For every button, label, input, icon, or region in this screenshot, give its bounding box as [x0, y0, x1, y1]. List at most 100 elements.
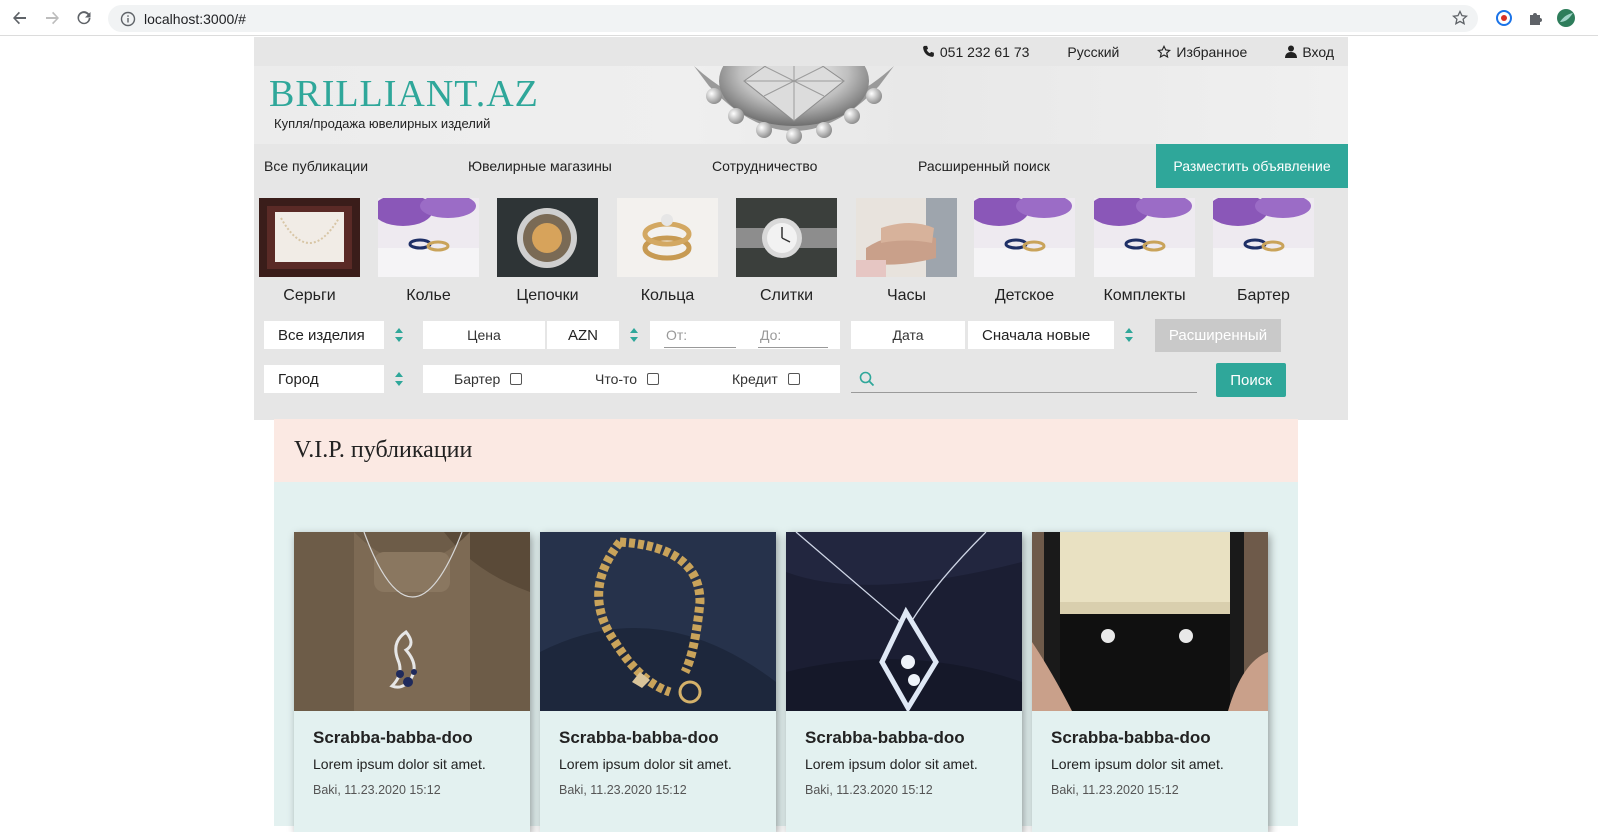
category-label: Часы — [886, 287, 927, 304]
main-nav: Все публикации Ювелирные магазины Сотруд… — [254, 144, 1348, 188]
barter-checkbox[interactable]: Бартер — [454, 371, 523, 387]
reload-icon[interactable] — [68, 2, 100, 34]
checkbox-icon — [787, 373, 800, 385]
price-from-input[interactable]: От: — [664, 322, 736, 348]
category-image — [1094, 198, 1195, 277]
category-label: Серьги — [283, 287, 336, 304]
search-icon — [859, 371, 875, 387]
info-icon — [120, 11, 136, 26]
category-image — [974, 198, 1075, 277]
card-meta: Baki, 11.23.2020 15:12 — [1051, 783, 1179, 797]
star-icon — [1157, 44, 1172, 58]
bookmark-star-icon[interactable] — [1452, 10, 1468, 26]
category-image — [378, 198, 479, 277]
category-image — [617, 198, 718, 277]
category-image — [856, 198, 957, 277]
pendant-on-bust-image — [294, 532, 530, 711]
phone-icon — [922, 45, 934, 57]
category-image — [497, 198, 598, 277]
phone-link[interactable]: 051 232 61 73 — [922, 44, 1029, 60]
category-label: Кольца — [640, 287, 695, 304]
checkbox-icon — [510, 373, 523, 385]
vip-section-title: V.I.P. публикации — [274, 419, 1298, 482]
nav-jewelry-stores[interactable]: Ювелирные магазины — [468, 158, 612, 174]
card-title: Scrabba-babba-doo — [805, 728, 965, 747]
category-image — [1213, 198, 1314, 277]
category-strip: Серьги Колье Цепочки Кольца Слитки Часы Детско… — [254, 188, 1348, 310]
card-description: Lorem ipsum dolor sit amet. — [1051, 756, 1224, 772]
advanced-button[interactable]: Расширенный — [1155, 319, 1281, 352]
favorites-link[interactable]: Избранное — [1157, 44, 1247, 60]
diamond-pendant-image — [786, 532, 1022, 711]
price-label: Цена — [423, 321, 545, 349]
language-selector[interactable]: Русский — [1067, 44, 1119, 60]
card-description: Lorem ipsum dolor sit amet. — [559, 756, 732, 772]
category-tile[interactable]: Колье — [378, 198, 479, 305]
checkbox-icon — [647, 373, 660, 385]
search-button[interactable]: Поиск — [1216, 363, 1286, 397]
category-tile[interactable]: Часы — [856, 198, 957, 305]
earrings-box-image — [1032, 532, 1268, 711]
category-tile[interactable]: Бартер — [1213, 198, 1314, 305]
forward-icon[interactable] — [36, 2, 68, 34]
category-tile[interactable]: Детское — [974, 198, 1075, 305]
category-image — [259, 198, 360, 277]
vip-card[interactable]: Scrabba-babba-doo Lorem ipsum dolor sit … — [786, 532, 1022, 832]
category-tile[interactable]: Слитки — [736, 198, 837, 305]
url-text: localhost:3000/# — [144, 10, 246, 27]
nav-all-publications[interactable]: Все публикации — [264, 158, 368, 174]
category-image — [736, 198, 837, 277]
card-title: Scrabba-babba-doo — [313, 728, 473, 747]
category-tile[interactable]: Комплекты — [1094, 198, 1195, 305]
currency-select[interactable]: AZN — [547, 321, 619, 349]
address-bar[interactable]: localhost:3000/# — [108, 5, 1478, 32]
diamond-ring-image — [694, 66, 894, 144]
card-title: Scrabba-babba-doo — [1051, 728, 1211, 747]
category-label: Цепочки — [516, 287, 579, 304]
user-icon — [1285, 45, 1298, 58]
search-input[interactable] — [851, 365, 1197, 393]
card-description: Lorem ipsum dolor sit amet. — [805, 756, 978, 772]
puzzle-icon[interactable] — [1526, 8, 1546, 28]
vip-card[interactable]: Scrabba-babba-doo Lorem ipsum dolor sit … — [294, 532, 530, 832]
gold-bracelet-image — [540, 532, 776, 711]
category-tile[interactable]: Серьги — [259, 198, 360, 305]
site-logo[interactable]: BRILLIANT.AZ — [269, 72, 539, 116]
vip-card[interactable]: Scrabba-babba-doo Lorem ipsum dolor sit … — [1032, 532, 1268, 832]
category-label: Колье — [406, 287, 451, 304]
browser-chrome: localhost:3000/# — [0, 0, 1598, 36]
something-checkbox[interactable]: Что-то — [595, 371, 660, 387]
nav-advanced-search[interactable]: Расширенный поиск — [918, 158, 1050, 174]
post-ad-button[interactable]: Разместить объявление — [1156, 144, 1348, 188]
credit-checkbox[interactable]: Кредит — [732, 371, 800, 387]
vip-card[interactable]: Scrabba-babba-doo Lorem ipsum dolor sit … — [540, 532, 776, 832]
category-label: Слитки — [759, 287, 814, 304]
select-arrows-icon — [630, 328, 638, 342]
login-link[interactable]: Вход — [1285, 44, 1334, 60]
sort-select[interactable]: Сначала новые — [968, 321, 1114, 349]
options-row: Бартер Что-то Кредит — [423, 365, 840, 393]
nav-cooperation[interactable]: Сотрудничество — [712, 158, 817, 174]
category-tile[interactable]: Цепочки — [497, 198, 598, 305]
back-icon[interactable] — [4, 2, 36, 34]
city-select[interactable]: Город — [264, 365, 384, 393]
card-meta: Baki, 11.23.2020 15:12 — [559, 783, 687, 797]
extension-icon[interactable] — [1494, 8, 1514, 28]
date-label: Дата — [851, 321, 965, 349]
card-title: Scrabba-babba-doo — [559, 728, 719, 747]
site-page: 051 232 61 73 Русский Избранное Вход BRI… — [254, 37, 1348, 420]
category-tile[interactable]: Кольца — [617, 198, 718, 305]
select-arrows-icon — [395, 372, 403, 386]
product-type-select[interactable]: Все изделия — [264, 321, 384, 349]
card-meta: Baki, 11.23.2020 15:12 — [805, 783, 933, 797]
select-arrows-icon — [395, 328, 403, 342]
profile-avatar[interactable] — [1556, 8, 1576, 28]
site-tagline: Купля/продажа ювелирных изделий — [274, 116, 491, 131]
price-to-input[interactable]: До: — [758, 322, 828, 348]
category-label: Бартер — [1237, 287, 1290, 304]
card-description: Lorem ipsum dolor sit amet. — [313, 756, 486, 772]
select-arrows-icon — [1125, 328, 1133, 342]
category-label: Комплекты — [1103, 287, 1186, 304]
category-label: Детское — [994, 287, 1055, 304]
top-utility-bar: 051 232 61 73 Русский Избранное Вход — [254, 37, 1348, 66]
